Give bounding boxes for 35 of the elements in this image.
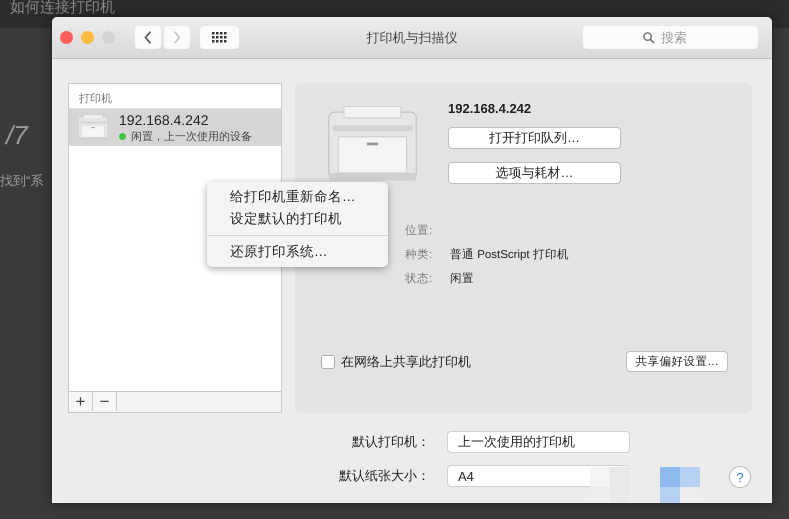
- add-button[interactable]: +: [69, 392, 93, 411]
- window-control[interactable]: [60, 31, 73, 44]
- menu-item[interactable]: 设定默认的打印机: [207, 208, 388, 230]
- show-all-button[interactable]: [200, 26, 239, 49]
- info-value: 普通 PostScript 打印机: [450, 247, 570, 263]
- back-button[interactable]: [135, 26, 161, 49]
- page-text: /7: [6, 120, 28, 151]
- info-label: 状态:: [405, 272, 434, 287]
- window-control[interactable]: [81, 31, 94, 44]
- search-field[interactable]: 搜索: [583, 26, 758, 49]
- chevron-right-icon: [172, 30, 182, 45]
- setting-label: 默认打印机：: [351, 433, 430, 451]
- menu-item[interactable]: 还原打印系统…: [207, 241, 388, 263]
- printer-icon: [77, 114, 109, 141]
- help-button[interactable]: ?: [729, 466, 751, 488]
- info-label: 位置:: [405, 224, 434, 239]
- action-button[interactable]: 打开打印队列…: [448, 127, 621, 149]
- info-value: 闲置: [450, 272, 475, 287]
- action-button[interactable]: 选项与耗材…: [448, 162, 621, 184]
- checkbox[interactable]: [321, 354, 335, 368]
- printer-name: 192.168.4.242: [119, 112, 210, 128]
- window-title: 打印机与扫描仪: [366, 30, 458, 44]
- popup-menu[interactable]: 上一次使用的打印机: [447, 431, 630, 453]
- checkbox-label: 在网络上共享此打印机: [341, 352, 471, 370]
- menu-item[interactable]: 给打印机重新命名…: [207, 186, 388, 208]
- share-settings-button[interactable]: 共享偏好设置…: [626, 351, 728, 372]
- info-label: 种类:: [405, 248, 434, 263]
- chevron-left-icon: [143, 30, 153, 45]
- grid-icon: [212, 32, 227, 43]
- setting-label: 默认纸张大小：: [338, 467, 430, 485]
- printer-title: 192.168.4.242: [448, 101, 532, 115]
- printer-status: 闲置，上一次使用的设备: [131, 130, 252, 144]
- printer-list-item[interactable]: 192.168.4.242 闲置，上一次使用的设备: [69, 109, 281, 146]
- page-text: 找到“系: [0, 172, 44, 190]
- remove-button[interactable]: −: [93, 392, 117, 411]
